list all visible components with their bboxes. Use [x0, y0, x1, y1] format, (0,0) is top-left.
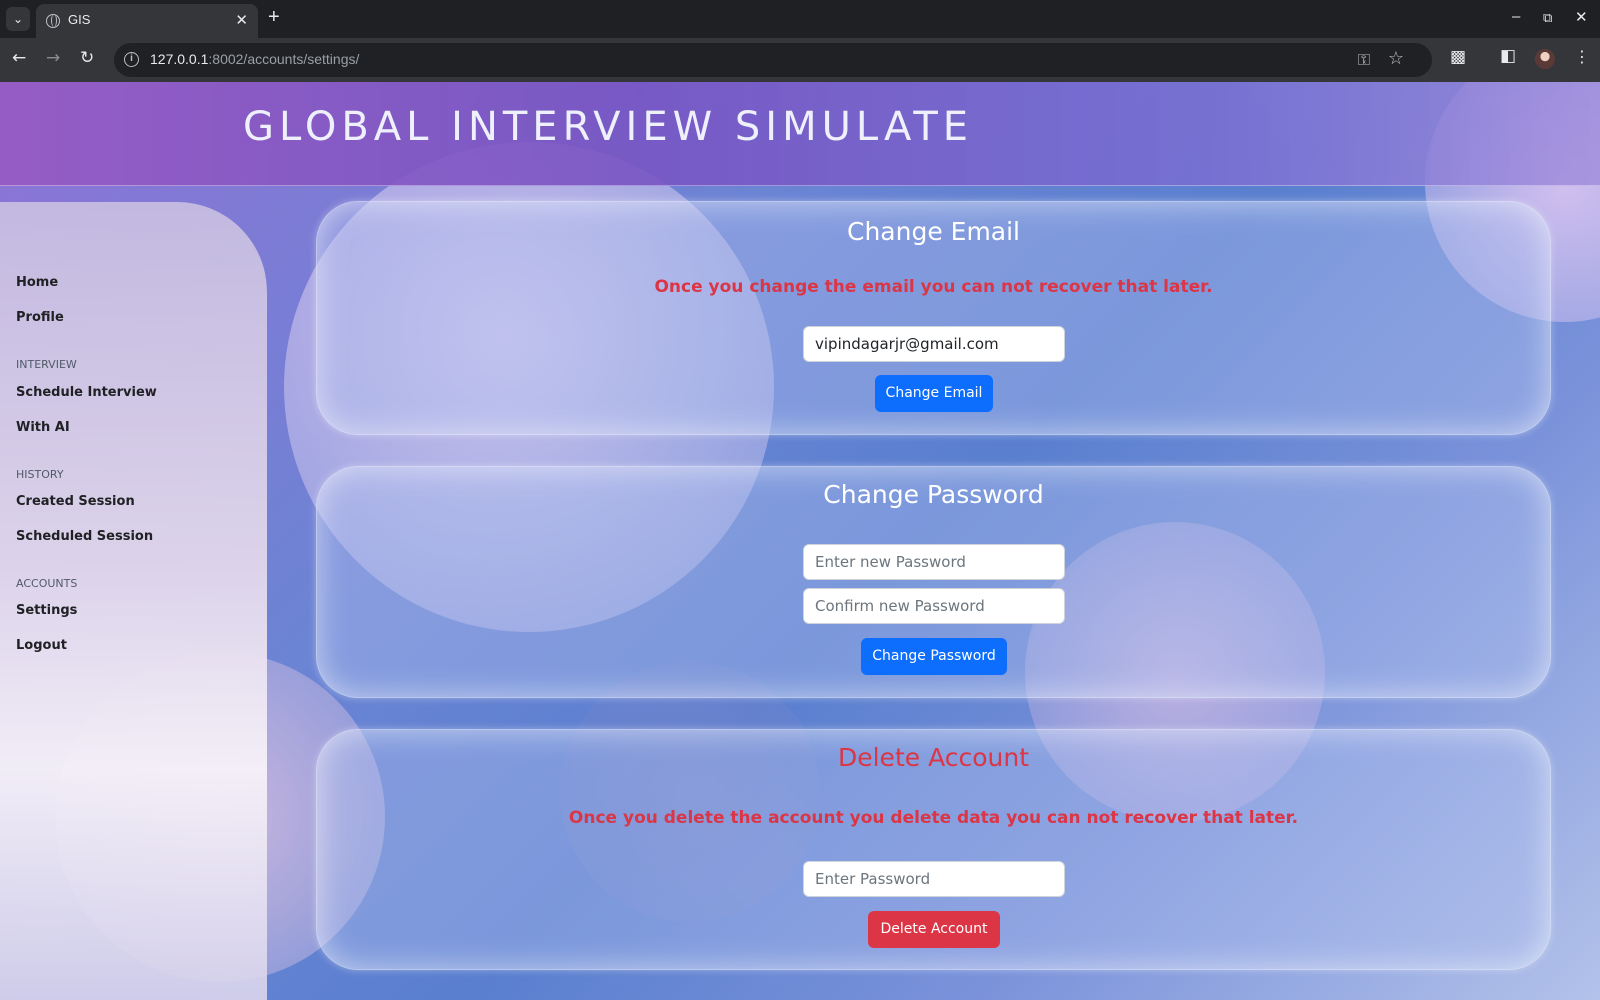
sidebar-section-history: HISTORY: [16, 468, 64, 481]
tab-title: GIS: [68, 12, 91, 27]
sidebar-item-settings[interactable]: Settings: [16, 603, 77, 618]
sidebar-item-with-ai[interactable]: With AI: [16, 420, 70, 435]
window-close-icon[interactable]: ✕: [1575, 8, 1588, 26]
sidebar: Home Profile INTERVIEW Schedule Intervie…: [0, 202, 267, 1000]
email-field[interactable]: [803, 326, 1065, 362]
sidebar-item-schedule-interview[interactable]: Schedule Interview: [16, 385, 157, 400]
profile-avatar[interactable]: [1535, 49, 1555, 69]
change-email-title: Change Email: [846, 217, 1021, 246]
browser-tab-bar: ⌄ GIS ✕ + – ⧉ ✕: [0, 0, 1600, 38]
sidebar-section-accounts: ACCOUNTS: [16, 577, 78, 590]
sidebar-section-interview: INTERVIEW: [16, 358, 77, 371]
restore-icon[interactable]: ⧉: [1543, 10, 1552, 26]
browser-toolbar: ← → ↻ i 127.0.0.1:8002/accounts/settings…: [0, 38, 1600, 82]
change-password-title: Change Password: [823, 480, 1044, 509]
site-header: GLOBAL INTERVIEW SIMULATE: [0, 82, 1600, 186]
delete-account-title: Delete Account: [837, 743, 1030, 772]
minimize-icon[interactable]: –: [1512, 8, 1520, 25]
sidebar-item-scheduled-session[interactable]: Scheduled Session: [16, 529, 153, 544]
browser-tab[interactable]: GIS ✕: [36, 4, 258, 38]
sidebar-item-created-session[interactable]: Created Session: [16, 494, 135, 509]
back-icon[interactable]: ←: [12, 48, 26, 68]
page-viewport: GLOBAL INTERVIEW SIMULATE Home Profile I…: [0, 82, 1600, 1000]
new-password-field[interactable]: [803, 544, 1065, 580]
change-password-button[interactable]: Change Password: [861, 638, 1007, 675]
extensions-icon[interactable]: ▩: [1450, 47, 1466, 67]
key-icon[interactable]: ⚿: [1358, 50, 1370, 70]
star-icon[interactable]: ☆: [1388, 48, 1404, 69]
sidebar-item-profile[interactable]: Profile: [16, 310, 64, 325]
info-icon[interactable]: i: [124, 52, 139, 67]
delete-account-card: Delete Account Once you delete the accou…: [316, 729, 1551, 970]
change-password-card: Change Password Change Password: [316, 466, 1551, 698]
change-email-warning: Once you change the email you can not re…: [654, 277, 1213, 297]
url-text[interactable]: 127.0.0.1:8002/accounts/settings/: [150, 51, 359, 67]
tab-menu-icon[interactable]: ⌄: [6, 7, 30, 31]
forward-icon[interactable]: →: [46, 48, 60, 68]
side-panel-icon[interactable]: ◧: [1500, 46, 1516, 66]
delete-account-button[interactable]: Delete Account: [868, 911, 1000, 948]
site-title: GLOBAL INTERVIEW SIMULATE: [243, 104, 974, 150]
reload-icon[interactable]: ↻: [80, 48, 94, 68]
sidebar-item-home[interactable]: Home: [16, 275, 58, 290]
plus-icon[interactable]: +: [268, 6, 280, 29]
menu-icon[interactable]: ⋮: [1574, 47, 1590, 66]
change-email-button[interactable]: Change Email: [875, 375, 993, 412]
globe-icon: [46, 14, 60, 28]
delete-account-warning: Once you delete the account you delete d…: [568, 808, 1299, 828]
address-bar[interactable]: i 127.0.0.1:8002/accounts/settings/ ⚿ ☆: [114, 43, 1432, 77]
delete-password-field[interactable]: [803, 861, 1065, 897]
close-icon[interactable]: ✕: [235, 11, 248, 29]
sidebar-item-logout[interactable]: Logout: [16, 638, 67, 653]
change-email-card: Change Email Once you change the email y…: [316, 201, 1551, 435]
confirm-password-field[interactable]: [803, 588, 1065, 624]
